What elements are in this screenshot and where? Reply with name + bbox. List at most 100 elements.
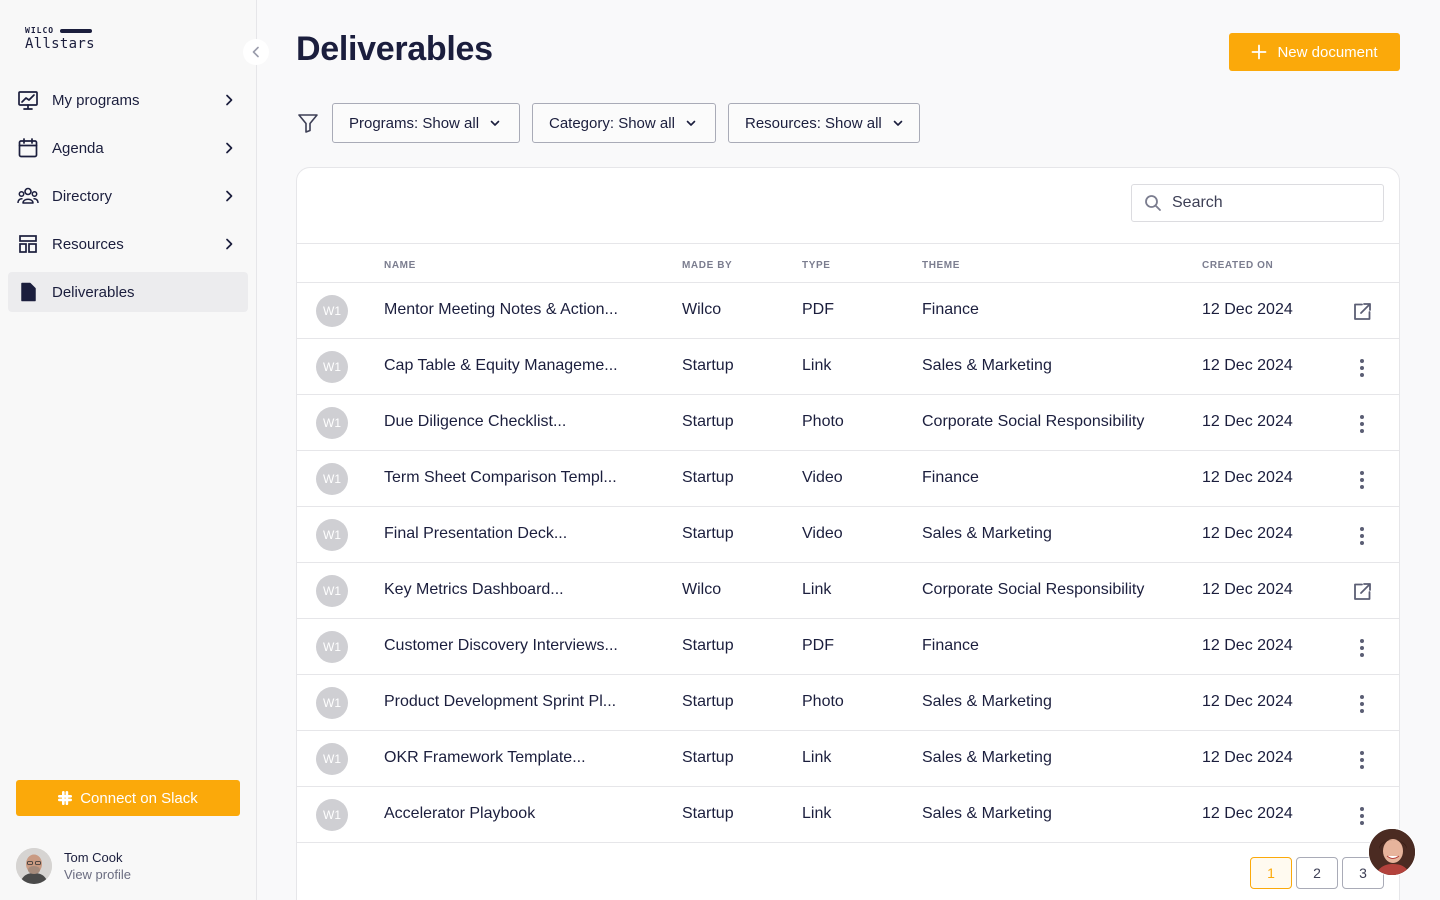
brand-name: Allstars	[25, 36, 95, 52]
cell-made-by: Wilco	[682, 581, 722, 598]
search-icon	[1145, 195, 1161, 211]
cell-name[interactable]: OKR Framework Template...	[384, 749, 586, 767]
calendar-icon	[17, 137, 39, 159]
cell-type: Video	[802, 525, 843, 542]
row-menu-button[interactable]	[1350, 748, 1374, 772]
cell-name[interactable]: Term Sheet Comparison Templ...	[384, 469, 617, 487]
new-document-label: New document	[1277, 43, 1378, 61]
cell-made-by: Startup	[682, 693, 734, 710]
users-icon	[17, 185, 39, 207]
cell-theme: Sales & Marketing	[922, 357, 1052, 374]
cell-made-by: Wilco	[682, 301, 722, 318]
column-header-name[interactable]: NAME	[384, 260, 416, 271]
page-button-2[interactable]: 2	[1296, 857, 1338, 889]
user-profile[interactable]: Tom Cook View profile	[16, 848, 131, 884]
cell-name[interactable]: Due Diligence Checklist...	[384, 413, 566, 431]
row-menu-button[interactable]	[1350, 636, 1374, 660]
search-input[interactable]	[1172, 194, 1372, 212]
cell-type: PDF	[802, 637, 834, 654]
open-link-button[interactable]	[1350, 300, 1374, 324]
resources-filter[interactable]: Resources: Show all	[728, 103, 920, 143]
cell-name[interactable]: Mentor Meeting Notes & Action...	[384, 301, 618, 319]
sidebar-item-agenda[interactable]: Agenda	[8, 128, 248, 168]
table-row[interactable]: W1 Key Metrics Dashboard... Wilco Link Corpo…	[297, 563, 1399, 619]
row-menu-button[interactable]	[1350, 468, 1374, 492]
external-link-icon	[1351, 581, 1373, 603]
cell-created: 12 Dec 2024	[1202, 637, 1293, 654]
cell-name[interactable]: Cap Table & Equity Manageme...	[384, 357, 618, 375]
pagination: 123	[1250, 857, 1384, 889]
cell-name[interactable]: Product Development Sprint Pl...	[384, 693, 616, 711]
table-row[interactable]: W1 Mentor Meeting Notes & Action... Wilco P…	[297, 283, 1399, 339]
cell-type: Video	[802, 469, 843, 486]
row-menu-button[interactable]	[1350, 692, 1374, 716]
sidebar-item-resources[interactable]: Resources	[8, 224, 248, 264]
row-avatar: W1	[316, 631, 348, 663]
cell-theme: Finance	[922, 469, 979, 486]
cell-type: Photo	[802, 413, 844, 430]
table-row[interactable]: W1 Due Diligence Checklist... Startup Photo…	[297, 395, 1399, 451]
page-button-1[interactable]: 1	[1250, 857, 1292, 889]
connect-slack-label: Connect on Slack	[80, 789, 198, 807]
cell-name[interactable]: Key Metrics Dashboard...	[384, 581, 564, 599]
column-header-type[interactable]: TYPE	[802, 260, 831, 271]
column-header-made-by[interactable]: MADE BY	[682, 260, 732, 271]
cell-created: 12 Dec 2024	[1202, 805, 1293, 822]
cell-created: 12 Dec 2024	[1202, 469, 1293, 486]
programs-filter-label: Programs: Show all	[349, 114, 480, 132]
cell-theme: Corporate Social Responsibility	[922, 581, 1145, 598]
table-row[interactable]: W1 Accelerator Playbook Startup Link Sales &…	[297, 787, 1399, 843]
cell-made-by: Startup	[682, 469, 734, 486]
support-chat-avatar[interactable]	[1368, 828, 1416, 876]
sidebar-item-my-programs[interactable]: My programs	[8, 80, 248, 120]
table-row[interactable]: W1 Product Development Sprint Pl... Startu…	[297, 675, 1399, 731]
cell-name[interactable]: Final Presentation Deck...	[384, 525, 567, 543]
sidebar-nav: My programs Agenda Directory Resources Deliv…	[8, 80, 248, 320]
more-vertical-icon	[1351, 525, 1373, 547]
new-document-button[interactable]: New document	[1229, 33, 1400, 71]
view-profile-link[interactable]: View profile	[64, 867, 131, 882]
row-avatar: W1	[316, 743, 348, 775]
cell-made-by: Startup	[682, 637, 734, 654]
table-row[interactable]: W1 Cap Table & Equity Manageme... Startup L…	[297, 339, 1399, 395]
cell-name[interactable]: Accelerator Playbook	[384, 805, 535, 823]
chevron-down-icon	[490, 120, 500, 126]
row-avatar: W1	[316, 351, 348, 383]
programs-filter[interactable]: Programs: Show all	[332, 103, 520, 143]
open-link-button[interactable]	[1350, 580, 1374, 604]
more-vertical-icon	[1351, 805, 1373, 827]
column-header-created-on[interactable]: CREATED ON	[1202, 260, 1273, 271]
sidebar-item-directory[interactable]: Directory	[8, 176, 248, 216]
sidebar-item-deliverables[interactable]: Deliverables	[8, 272, 248, 312]
row-menu-button[interactable]	[1350, 412, 1374, 436]
table-row[interactable]: W1 OKR Framework Template... Startup Link Sa…	[297, 731, 1399, 787]
row-avatar: W1	[316, 295, 348, 327]
row-menu-button[interactable]	[1350, 524, 1374, 548]
row-avatar: W1	[316, 519, 348, 551]
connect-slack-button[interactable]: Connect on Slack	[16, 780, 240, 816]
brand-bar	[60, 28, 93, 33]
document-icon	[17, 281, 39, 303]
sidebar-item-label: Deliverables	[52, 283, 135, 301]
more-vertical-icon	[1351, 469, 1373, 491]
row-menu-button[interactable]	[1350, 804, 1374, 828]
cell-created: 12 Dec 2024	[1202, 357, 1293, 374]
chevron-right-icon	[222, 141, 236, 155]
cell-made-by: Startup	[682, 525, 734, 542]
cell-type: Photo	[802, 693, 844, 710]
cell-theme: Sales & Marketing	[922, 525, 1052, 542]
slack-icon	[58, 791, 73, 805]
row-avatar: W1	[316, 799, 348, 831]
table-row[interactable]: W1 Term Sheet Comparison Templ... Startup V…	[297, 451, 1399, 507]
brand-logo[interactable]: WILCO Allstars	[25, 26, 95, 52]
cell-name[interactable]: Customer Discovery Interviews...	[384, 637, 618, 655]
cell-made-by: Startup	[682, 805, 734, 822]
table-row[interactable]: W1 Customer Discovery Interviews... Startu…	[297, 619, 1399, 675]
table-row[interactable]: W1 Final Presentation Deck... Startup Video…	[297, 507, 1399, 563]
category-filter[interactable]: Category: Show all	[532, 103, 716, 143]
search-box[interactable]	[1131, 184, 1384, 222]
row-menu-button[interactable]	[1350, 356, 1374, 380]
collapse-sidebar-button[interactable]	[243, 39, 269, 65]
column-header-theme[interactable]: THEME	[922, 260, 960, 271]
cell-type: PDF	[802, 301, 834, 318]
